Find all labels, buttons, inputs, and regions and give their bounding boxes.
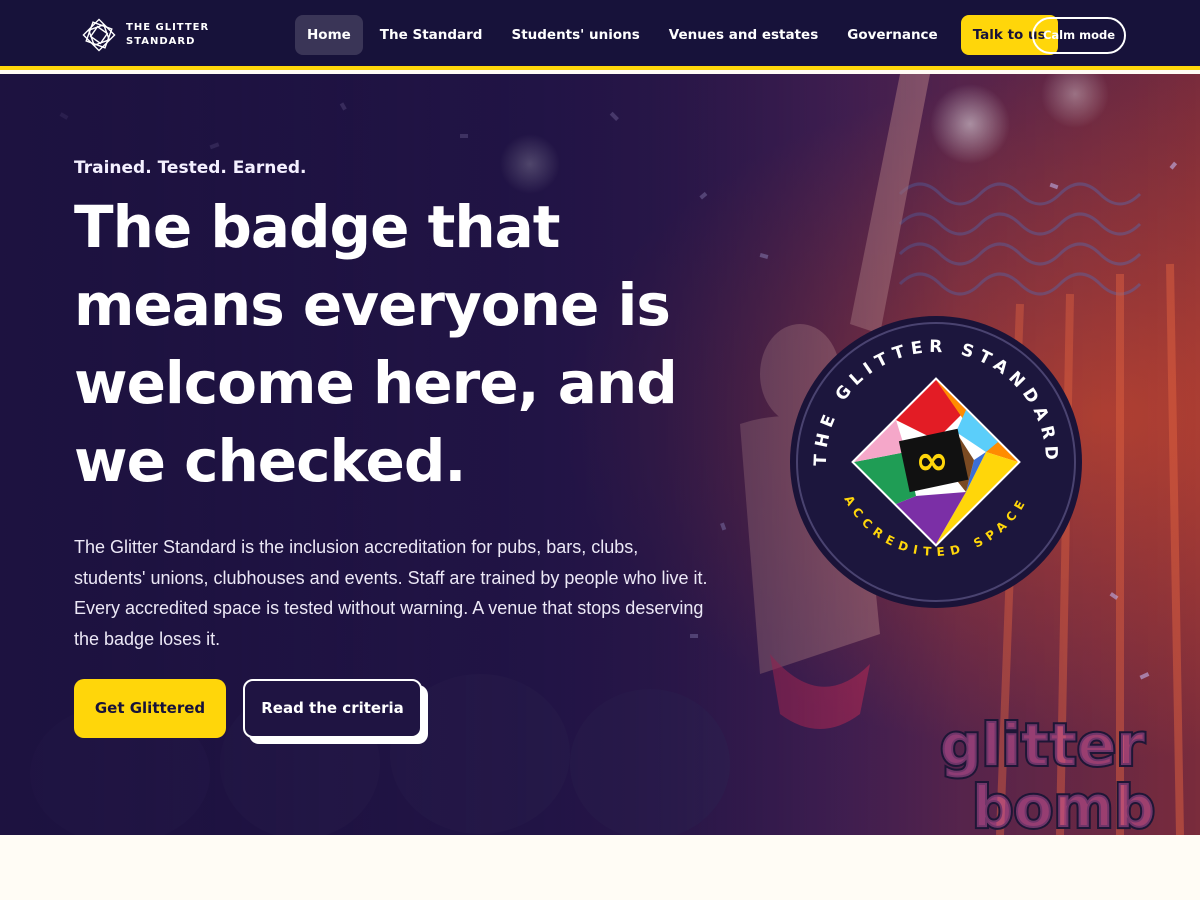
glitterbomb-watermark: glitter bomb (938, 709, 1157, 835)
brand-wordmark: THE GLITTER STANDARD (126, 21, 209, 49)
watermark-line-1: glitter (940, 711, 1145, 779)
calm-mode-toggle[interactable]: Calm mode (1032, 17, 1126, 54)
hero-section: Trained. Tested. Earned. The badge that … (0, 74, 1200, 835)
brand-line-1: THE GLITTER (126, 22, 210, 33)
main-nav: Home The Standard Students' unions Venue… (295, 15, 1058, 55)
next-section (0, 835, 1200, 900)
watermark-line-2: bomb (972, 773, 1155, 835)
hero-kicker: Trained. Tested. Earned. (74, 158, 307, 178)
nav-governance[interactable]: Governance (835, 15, 949, 55)
brand-line-2: STANDARD (126, 36, 196, 47)
site-header: THE GLITTER STANDARD Home The Standard S… (0, 0, 1200, 70)
nav-the-standard[interactable]: The Standard (368, 15, 495, 55)
hero-headline: The badge that means everyone is welcome… (74, 193, 678, 495)
brand-logo-link[interactable]: THE GLITTER STANDARD (80, 16, 209, 54)
infinity-icon: ∞ (915, 438, 948, 484)
accreditation-badge: THE GLITTER STANDARD ACCREDITED SPACE ∞ (790, 316, 1082, 608)
nav-students-unions[interactable]: Students' unions (499, 15, 651, 55)
get-glittered-button[interactable]: Get Glittered (74, 679, 226, 738)
hero-lede: The Glitter Standard is the inclusion ac… (74, 537, 708, 649)
nav-home[interactable]: Home (295, 15, 363, 55)
nav-venues-and-estates[interactable]: Venues and estates (657, 15, 830, 55)
glitter-diamond-logo-icon (82, 18, 116, 52)
read-the-criteria-button[interactable]: Read the criteria (243, 679, 422, 738)
